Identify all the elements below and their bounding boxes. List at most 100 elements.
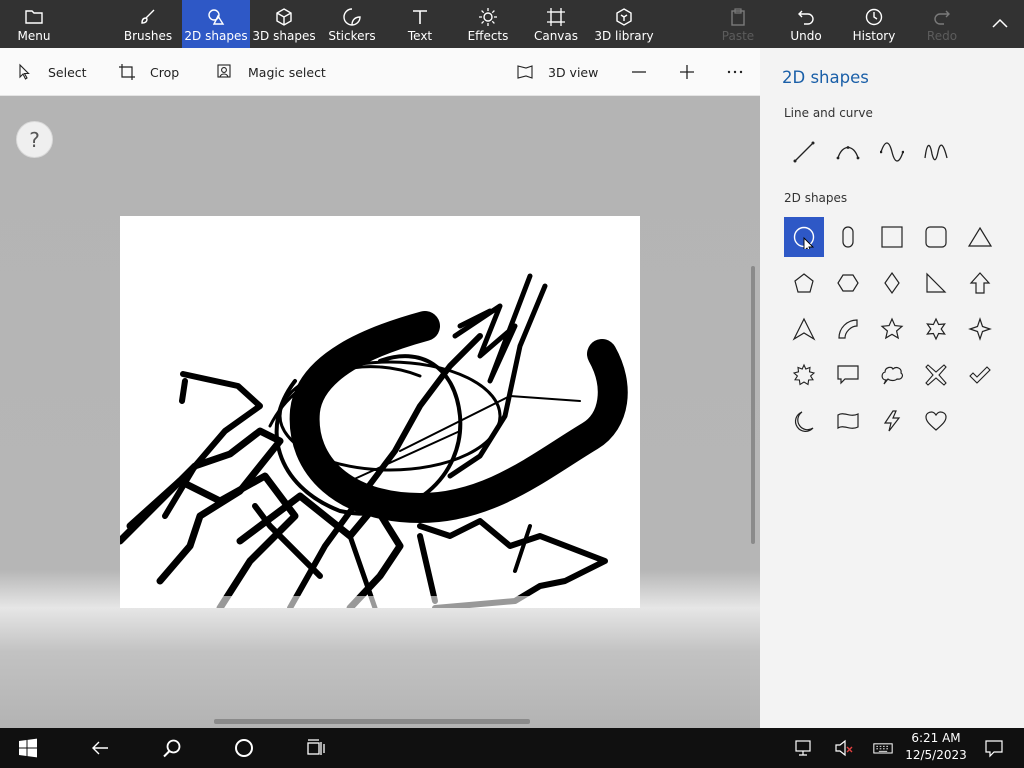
redo-button[interactable]: Redo — [916, 0, 968, 48]
moon-icon — [794, 411, 814, 432]
redo-icon — [934, 10, 950, 25]
more-options-button[interactable] — [726, 48, 744, 96]
magic-select-button[interactable]: Magic select — [216, 48, 326, 96]
diamond-shape-button[interactable] — [872, 263, 912, 303]
heart-shape-button[interactable] — [916, 401, 956, 441]
burst-icon — [792, 363, 816, 386]
horizontal-scrollbar[interactable] — [214, 719, 530, 724]
search-button[interactable] — [152, 728, 192, 768]
burst-shape-button[interactable] — [784, 355, 824, 395]
arrow-up-icon — [969, 272, 991, 294]
magic-select-label: Magic select — [248, 64, 326, 80]
crop-button[interactable]: Crop — [118, 48, 179, 96]
drawing-canvas[interactable] — [120, 216, 640, 608]
star-4-shape-button[interactable] — [960, 309, 1000, 349]
tab-text-label: Text — [407, 29, 433, 43]
clock-time: 6:21 AM — [911, 731, 961, 745]
right-triangle-shape-button[interactable] — [916, 263, 956, 303]
undo-button[interactable]: Undo — [780, 0, 832, 48]
3d-view-label: 3D view — [548, 64, 599, 80]
drawing-stroke — [513, 524, 532, 573]
s-curve-tool-button[interactable] — [872, 132, 912, 172]
tab-2d-shapes-label: 2D shapes — [184, 29, 248, 43]
square-icon — [881, 226, 903, 248]
cube-icon — [276, 8, 292, 26]
paste-button[interactable]: Paste — [712, 0, 764, 48]
network-icon — [795, 740, 811, 756]
plus-icon — [680, 65, 694, 79]
rounded-square-shape-button[interactable] — [916, 217, 956, 257]
collapse-ribbon-button[interactable] — [984, 0, 1016, 48]
history-icon — [865, 8, 883, 26]
volume-button[interactable] — [832, 728, 856, 768]
moon-shape-button[interactable] — [784, 401, 824, 441]
clock[interactable]: 6:21 AM 12/5/2023 — [900, 730, 972, 764]
select-button[interactable]: Select — [16, 48, 87, 96]
speech-bubble-shape-button[interactable] — [828, 355, 868, 395]
curve-tool-button[interactable] — [828, 132, 868, 172]
drawing-stroke — [417, 533, 438, 604]
line-tool-button[interactable] — [784, 132, 824, 172]
star-5-shape-button[interactable] — [872, 309, 912, 349]
rounded-square-icon — [925, 226, 947, 248]
menu-button[interactable]: Menu — [0, 0, 68, 48]
pentagon-icon — [794, 273, 814, 293]
tab-3d-library[interactable]: 3D library — [592, 0, 656, 48]
start-button[interactable] — [8, 728, 48, 768]
keyboard-button[interactable] — [870, 728, 896, 768]
minus-icon — [632, 71, 646, 73]
hexagon-icon — [837, 274, 859, 292]
check-mark-shape-button[interactable] — [960, 355, 1000, 395]
ellipsis-icon — [727, 70, 743, 74]
3d-view-button[interactable]: 3D view — [516, 48, 598, 96]
chevron-up-icon — [992, 18, 1008, 28]
vertical-scrollbar[interactable] — [751, 266, 755, 544]
back-button[interactable] — [80, 728, 120, 768]
zoom-out-button[interactable] — [630, 48, 648, 96]
tab-text[interactable]: Text — [386, 0, 454, 48]
circle-shape-button[interactable] — [784, 217, 824, 257]
tab-3d-shapes[interactable]: 3D shapes — [250, 0, 318, 48]
help-button[interactable]: ? — [16, 121, 53, 158]
tab-stickers[interactable]: Stickers — [318, 0, 386, 48]
hexagon-shape-button[interactable] — [828, 263, 868, 303]
star-6-icon — [926, 317, 946, 341]
tab-canvas[interactable]: Canvas — [522, 0, 590, 48]
arrowhead-shape-button[interactable] — [784, 309, 824, 349]
lightning-icon — [883, 410, 901, 432]
network-button[interactable] — [792, 728, 816, 768]
tab-2d-shapes[interactable]: 2D shapes — [182, 0, 250, 48]
select-label: Select — [48, 64, 87, 80]
3d-view-icon — [517, 65, 533, 79]
sun-icon — [479, 8, 497, 26]
task-view-button[interactable] — [296, 728, 336, 768]
lightning-shape-button[interactable] — [872, 401, 912, 441]
sticker-icon — [343, 8, 361, 26]
zoom-in-button[interactable] — [678, 48, 696, 96]
star-6-shape-button[interactable] — [916, 309, 956, 349]
drawing-stroke — [252, 503, 323, 579]
help-label: ? — [29, 127, 40, 152]
redo-label: Redo — [926, 29, 958, 43]
thought-bubble-shape-button[interactable] — [872, 355, 912, 395]
tab-3d-shapes-label: 3D shapes — [252, 29, 316, 43]
tab-brushes[interactable]: Brushes — [114, 0, 182, 48]
tab-effects[interactable]: Effects — [454, 0, 522, 48]
notifications-button[interactable] — [982, 728, 1006, 768]
banner-shape-button[interactable] — [828, 401, 868, 441]
square-shape-button[interactable] — [872, 217, 912, 257]
canvas-icon — [547, 8, 565, 26]
cortana-button[interactable] — [224, 728, 264, 768]
rounded-rect-vertical-icon — [842, 226, 854, 248]
workspace: ? — [0, 96, 760, 728]
star-4-icon — [968, 317, 992, 341]
triangle-shape-button[interactable] — [960, 217, 1000, 257]
arrow-up-shape-button[interactable] — [960, 263, 1000, 303]
pill-shape-button[interactable] — [828, 217, 868, 257]
search-icon — [163, 739, 181, 758]
pentagon-shape-button[interactable] — [784, 263, 824, 303]
history-button[interactable]: History — [848, 0, 900, 48]
wave-curve-tool-button[interactable] — [916, 132, 956, 172]
x-mark-shape-button[interactable] — [916, 355, 956, 395]
quarter-circle-shape-button[interactable] — [828, 309, 868, 349]
